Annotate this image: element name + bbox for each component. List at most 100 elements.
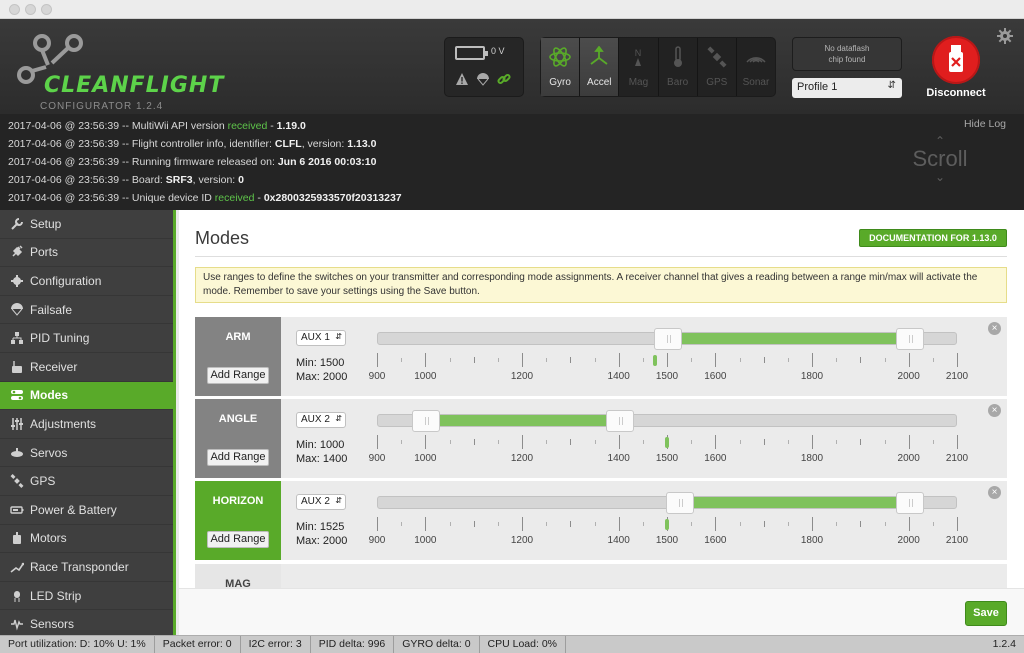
range-slider-track[interactable]	[377, 410, 957, 432]
scale-minor-tick	[739, 440, 741, 444]
window-close-dot[interactable]	[9, 4, 20, 15]
channel-position-marker	[665, 437, 669, 448]
select-arrows-icon: ⇵	[335, 496, 342, 505]
add-range-button[interactable]: Add Range	[207, 531, 269, 548]
scale-tick-label: 1000	[414, 453, 437, 464]
parachute-icon	[11, 302, 23, 316]
scale-tick-label: 900	[368, 371, 386, 382]
baro-icon	[673, 46, 682, 67]
settings-gear-icon[interactable]	[996, 27, 1014, 45]
scale-tick-label: 1500	[655, 535, 679, 546]
range-values: Min: 1525 Max: 2000	[296, 520, 347, 548]
scale-minor-tick	[449, 358, 451, 362]
scale-minor-tick	[594, 358, 596, 362]
scale-tick	[377, 435, 378, 449]
scale-minor-tick	[642, 522, 644, 526]
documentation-button[interactable]: DOCUMENTATION FOR 1.13.0	[859, 229, 1007, 247]
scale-tick	[812, 353, 813, 367]
sensor-label: Accel	[587, 77, 612, 88]
pid-icon	[11, 332, 23, 345]
aux-channel-select[interactable]: AUX 1 ⇵	[296, 330, 346, 346]
add-range-button[interactable]: Add Range	[207, 449, 269, 466]
sidebar-item-adjustments[interactable]: Adjustments	[0, 410, 173, 439]
sidebar-item-ports[interactable]: Ports	[0, 239, 173, 268]
sensor-label: Sonar	[742, 77, 770, 88]
remove-range-icon[interactable]: ×	[988, 322, 1001, 335]
sensor-label: Baro	[667, 77, 689, 88]
add-range-button[interactable]: Add Range	[207, 367, 269, 384]
scale-tick-label: 1000	[414, 371, 437, 382]
sensor-label: Gyro	[549, 77, 571, 88]
save-button[interactable]: Save	[965, 601, 1007, 626]
scale-minor-tick	[497, 358, 499, 362]
modes-page: Modes DOCUMENTATION FOR 1.13.0 Use range…	[179, 210, 1024, 635]
range-min: Min: 1500	[296, 357, 345, 369]
sensor-label: Mag	[628, 77, 649, 88]
scale-tick	[715, 517, 717, 531]
sensor-mag: N Mag	[619, 38, 659, 96]
battery-voltage: 0 V	[491, 46, 505, 56]
range-slider-track[interactable]	[377, 328, 957, 350]
profile-select[interactable]: Profile 1 ⇵	[792, 78, 902, 98]
scale-minor-tick	[570, 521, 572, 527]
sensor-sonar: Sonar	[737, 38, 775, 96]
aux-channel-select[interactable]: AUX 2 ⇵	[296, 494, 346, 510]
scale-tick-label: 900	[368, 535, 386, 546]
range-max-handle[interactable]	[895, 328, 924, 350]
sidebar-item-servos[interactable]: Servos	[0, 439, 173, 468]
sidebar-item-sensors[interactable]: Sensors	[0, 610, 173, 635]
sidebar-item-failsafe[interactable]: Failsafe	[0, 296, 173, 325]
sidebar-item-power-battery[interactable]: Power & Battery	[0, 496, 173, 525]
sidebar-item-pid-tuning[interactable]: PID Tuning	[0, 324, 173, 353]
disconnect-label[interactable]: Disconnect	[912, 87, 1000, 99]
motor-icon	[13, 532, 21, 545]
range-min-handle[interactable]	[666, 492, 695, 514]
scale-minor-tick	[570, 357, 572, 363]
scale-tick-label: 1800	[800, 453, 824, 464]
scale-minor-tick	[497, 522, 499, 526]
window-zoom-dot[interactable]	[41, 4, 52, 15]
scale-tick-label: 1600	[704, 453, 727, 464]
remove-range-icon[interactable]: ×	[988, 404, 1001, 417]
sidebar-item-configuration[interactable]: Configuration	[0, 267, 173, 296]
range-max: Max: 2000	[296, 371, 348, 383]
sidebar-item-led-strip[interactable]: LED Strip	[0, 582, 173, 611]
aux-channel-value: AUX 1	[301, 332, 330, 343]
range-scale: 900 1000 1200 1400 1500 1600 1800 2000 2100	[369, 353, 968, 382]
sidebar-item-setup[interactable]: Setup	[0, 210, 173, 239]
range-max-handle[interactable]	[895, 492, 924, 514]
port-utilization: Port utilization: D: 10% U: 1%	[0, 636, 155, 653]
scale-minor-tick	[691, 440, 693, 444]
sidebar-item-motors[interactable]: Motors	[0, 525, 173, 554]
scale-tick	[522, 435, 523, 449]
aux-channel-select[interactable]: AUX 2 ⇵	[296, 412, 346, 428]
scale-tick-label: 2000	[897, 371, 920, 382]
sidebar-item-receiver[interactable]: Receiver	[0, 353, 173, 382]
sensor-gyro: Gyro	[541, 38, 581, 96]
range-slider-track[interactable]	[377, 492, 957, 514]
sidebar-item-modes[interactable]: Modes	[0, 381, 173, 411]
remove-range-icon[interactable]: ×	[988, 486, 1001, 499]
sidebar-item-gps[interactable]: GPS	[0, 467, 173, 496]
range-max-handle[interactable]	[605, 410, 634, 432]
scale-minor-tick	[787, 522, 789, 526]
scale-minor-tick	[763, 357, 765, 363]
disconnect-button[interactable]	[932, 36, 980, 84]
dataflash-line-2: chip found	[828, 55, 866, 64]
range-fill	[426, 415, 620, 426]
scale-tick	[908, 353, 910, 367]
app-header: CLEANFLIGHT CONFIGURATOR 1.2.4 0 V Gyro …	[0, 19, 1024, 114]
scale-tick-label: 1600	[704, 535, 727, 546]
hide-log-link[interactable]: Hide Log	[964, 118, 1006, 130]
toggle-icon	[11, 390, 23, 401]
scale-tick-label: 1200	[510, 371, 534, 382]
scale-minor-tick	[884, 522, 886, 526]
range-values: Min: 1000 Max: 1400	[296, 438, 347, 466]
scale-tick	[957, 517, 958, 531]
range-min: Min: 1525	[296, 521, 345, 533]
sidebar-item-race-transponder[interactable]: Race Transponder	[0, 553, 173, 582]
range-min-handle[interactable]	[654, 328, 682, 350]
window-minimize-dot[interactable]	[25, 4, 36, 15]
sensor-gps: GPS	[698, 38, 737, 96]
range-min-handle[interactable]	[412, 410, 441, 432]
